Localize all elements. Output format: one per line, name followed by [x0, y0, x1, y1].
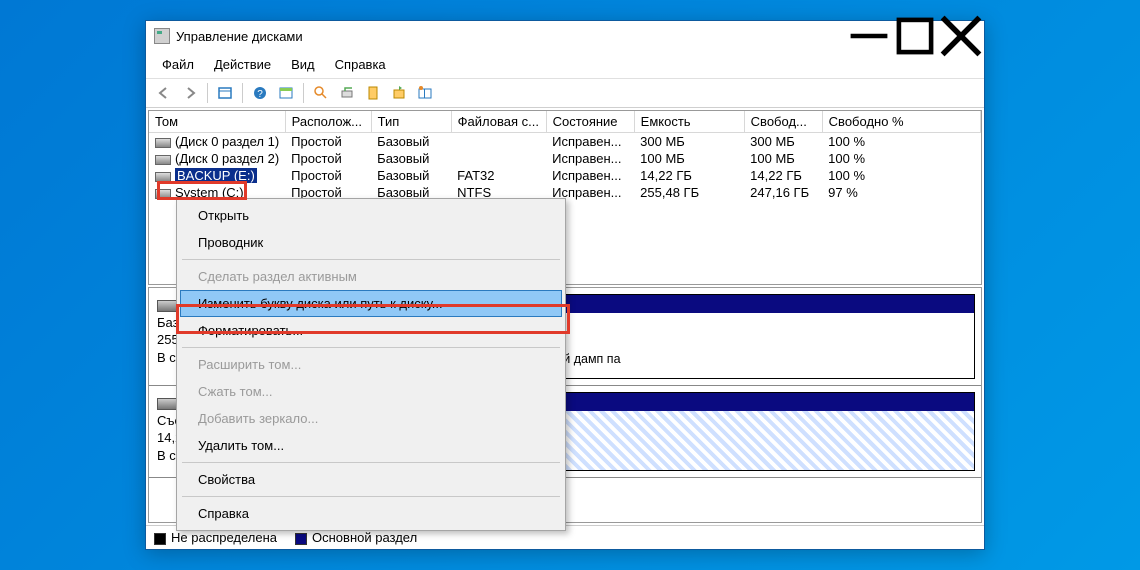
- col-volume[interactable]: Том: [149, 111, 285, 133]
- cell-status: Исправен...: [546, 150, 634, 167]
- volume-row[interactable]: (Диск 0 раздел 1)ПростойБазовый Исправен.…: [149, 133, 981, 151]
- cell-volume: (Диск 0 раздел 1): [149, 133, 285, 151]
- col-layout[interactable]: Располож...: [285, 111, 371, 133]
- col-free-pct[interactable]: Свободно %: [822, 111, 980, 133]
- volume-row[interactable]: (Диск 0 раздел 2)ПростойБазовый Исправен.…: [149, 150, 981, 167]
- cm-help[interactable]: Справка: [180, 500, 562, 527]
- view-button[interactable]: [274, 82, 298, 104]
- action2-button[interactable]: [335, 82, 359, 104]
- toolbar-sep: [242, 83, 243, 103]
- cell-fs: [451, 133, 546, 151]
- forward-button[interactable]: [178, 82, 202, 104]
- svg-text:?: ?: [257, 89, 263, 100]
- cm-sep: [182, 462, 560, 463]
- cell-free-pct: 100 %: [822, 167, 980, 184]
- cm-open[interactable]: Открыть: [180, 202, 562, 229]
- cell-free-pct: 100 %: [822, 150, 980, 167]
- col-free[interactable]: Свобод...: [744, 111, 822, 133]
- cell-capacity: 14,22 ГБ: [634, 167, 744, 184]
- menu-view[interactable]: Вид: [281, 53, 325, 76]
- context-menu: Открыть Проводник Сделать раздел активны…: [176, 198, 566, 531]
- legend-primary: Основной раздел: [295, 530, 417, 545]
- app-icon: [154, 28, 170, 44]
- cell-fs: [451, 150, 546, 167]
- volume-row[interactable]: BACKUP (E:)ПростойБазовыйFAT32Исправен..…: [149, 167, 981, 184]
- cm-explorer[interactable]: Проводник: [180, 229, 562, 256]
- col-status[interactable]: Состояние: [546, 111, 634, 133]
- action4-button[interactable]: [387, 82, 411, 104]
- cell-layout: Простой: [285, 167, 371, 184]
- menubar: Файл Действие Вид Справка: [146, 51, 984, 79]
- cell-free-pct: 100 %: [822, 133, 980, 151]
- cm-sep: [182, 259, 560, 260]
- cell-status: Исправен...: [546, 167, 634, 184]
- toolbar-sep: [207, 83, 208, 103]
- menu-action[interactable]: Действие: [204, 53, 281, 76]
- col-capacity[interactable]: Емкость: [634, 111, 744, 133]
- menu-help[interactable]: Справка: [325, 53, 396, 76]
- titlebar: Управление дисками: [146, 21, 984, 51]
- disk-icon: [157, 300, 177, 312]
- action5-button[interactable]: [413, 82, 437, 104]
- toolbar: ?: [146, 79, 984, 108]
- cell-layout: Простой: [285, 150, 371, 167]
- cm-add-mirror: Добавить зеркало...: [180, 405, 562, 432]
- cell-volume: (Диск 0 раздел 2): [149, 150, 285, 167]
- maximize-button[interactable]: [892, 21, 938, 51]
- window-controls: [846, 21, 984, 51]
- cell-capacity: 300 МБ: [634, 133, 744, 151]
- cm-change-letter[interactable]: Изменить букву диска или путь к диску...: [180, 290, 562, 317]
- cm-extend: Расширить том...: [180, 351, 562, 378]
- cm-sep: [182, 347, 560, 348]
- cell-volume: BACKUP (E:): [149, 167, 285, 184]
- volume-table: Том Располож... Тип Файловая с... Состоя…: [149, 111, 981, 201]
- window-title: Управление дисками: [176, 29, 303, 44]
- col-fs[interactable]: Файловая с...: [451, 111, 546, 133]
- minimize-button[interactable]: [846, 21, 892, 51]
- cell-type: Базовый: [371, 167, 451, 184]
- cell-capacity: 100 МБ: [634, 150, 744, 167]
- help-button[interactable]: ?: [248, 82, 272, 104]
- cell-status: Исправен...: [546, 133, 634, 151]
- cm-format[interactable]: Форматировать...: [180, 317, 562, 344]
- close-button[interactable]: [938, 21, 984, 51]
- toolbar-sep: [303, 83, 304, 103]
- action3-button[interactable]: [361, 82, 385, 104]
- cell-fs: FAT32: [451, 167, 546, 184]
- cell-free: 14,22 ГБ: [744, 167, 822, 184]
- cm-properties[interactable]: Свойства: [180, 466, 562, 493]
- menu-file[interactable]: Файл: [152, 53, 204, 76]
- cell-free: 100 МБ: [744, 150, 822, 167]
- cell-type: Базовый: [371, 150, 451, 167]
- refresh-button[interactable]: [213, 82, 237, 104]
- disk-icon: [157, 398, 177, 410]
- cell-free: 300 МБ: [744, 133, 822, 151]
- legend-unallocated: Не распределена: [154, 530, 277, 545]
- col-type[interactable]: Тип: [371, 111, 451, 133]
- action1-button[interactable]: [309, 82, 333, 104]
- cell-free: 247,16 ГБ: [744, 184, 822, 201]
- cm-shrink: Сжать том...: [180, 378, 562, 405]
- cm-sep: [182, 496, 560, 497]
- cm-delete[interactable]: Удалить том...: [180, 432, 562, 459]
- cell-type: Базовый: [371, 133, 451, 151]
- cell-capacity: 255,48 ГБ: [634, 184, 744, 201]
- cm-make-active: Сделать раздел активным: [180, 263, 562, 290]
- cell-free-pct: 97 %: [822, 184, 980, 201]
- cell-layout: Простой: [285, 133, 371, 151]
- back-button[interactable]: [152, 82, 176, 104]
